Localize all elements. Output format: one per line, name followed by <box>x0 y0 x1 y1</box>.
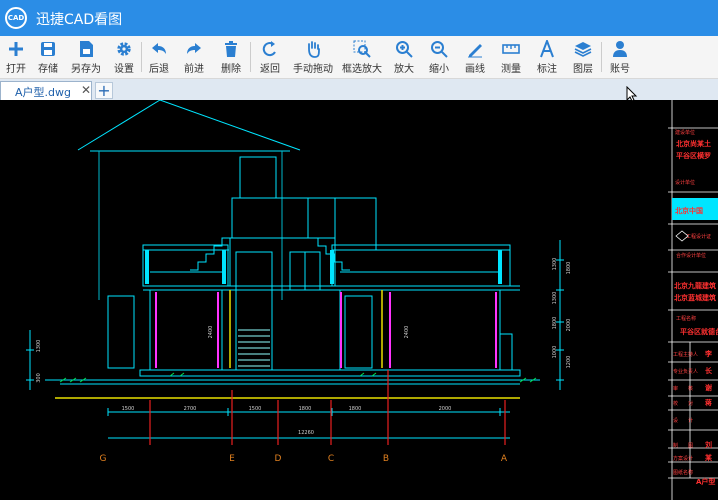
title-bar: CAD 迅捷CAD看图 <box>0 0 718 36</box>
user-icon <box>613 41 627 57</box>
plus-icon <box>9 42 23 56</box>
return-button[interactable]: 返回 <box>256 36 284 78</box>
title-block-text: 制 图 <box>673 442 693 449</box>
app-logo-icon: CAD <box>5 7 27 29</box>
dim-text: 12260 <box>298 430 314 436</box>
dim-text: 1800 <box>566 262 572 275</box>
dim-text: 1800 <box>299 406 312 412</box>
axis-label: D <box>275 454 282 464</box>
cad-canvas[interactable]: 1500 2700 1500 1800 1800 2000 12260 1300… <box>0 100 718 500</box>
save-as-button[interactable]: 另存为 <box>68 36 104 78</box>
zoom-out-icon <box>431 41 448 58</box>
dim-text: 1800 <box>349 406 362 412</box>
cad-drawing: 1500 2700 1500 1800 1800 2000 12260 1300… <box>26 100 718 500</box>
close-icon[interactable]: ✕ <box>81 83 91 97</box>
toolbar-separator <box>141 42 142 72</box>
title-block-text: 北京九龍建筑 <box>674 281 716 290</box>
title-block-text: 工程设计证 <box>686 233 711 240</box>
delete-button[interactable]: 删除 <box>217 36 245 78</box>
layers-icon <box>574 42 592 57</box>
title-block-text: 北京蓝城建筑 <box>674 293 716 302</box>
app-title: 迅捷CAD看图 <box>36 12 123 28</box>
title-block-text: 蒋 <box>705 398 712 407</box>
ruler-icon <box>502 44 520 54</box>
title-block-text: 合作设计单位 <box>676 252 706 259</box>
title-block-text: 刘 <box>705 440 712 449</box>
return-icon <box>262 41 276 57</box>
dim-text: 1500 <box>249 406 262 412</box>
pan-button[interactable]: 手动拖动 <box>291 36 335 78</box>
draw-line-button[interactable]: 画线 <box>461 36 489 78</box>
title-block-text: 图纸名称 <box>673 469 693 476</box>
title-block-text: A户型 <box>696 477 715 486</box>
redo-arrow-icon <box>187 43 201 54</box>
title-block-text: 长 <box>705 366 713 375</box>
title-block-text: 工程主持人 <box>673 351 698 358</box>
annotate-a-icon <box>540 40 554 58</box>
title-block-text: 校 对 <box>673 400 693 407</box>
dim-text: 2000 <box>566 319 572 332</box>
tab-label: A户型.dwg <box>15 86 71 99</box>
title-block-text: 设 计 <box>673 417 693 424</box>
dim-text: 2000 <box>439 406 452 412</box>
annotate-button[interactable]: 标注 <box>533 36 561 78</box>
box-zoom-button[interactable]: 框选放大 <box>340 36 384 78</box>
title-block-text: 谢 <box>705 383 712 392</box>
title-block-text: 方案设计 <box>673 455 693 462</box>
toolbar-separator <box>250 42 251 72</box>
title-block-text: 专业负责人 <box>673 368 698 375</box>
tab-bar: A户型.dwg ✕ + <box>0 79 718 100</box>
title-block-text: 平谷区横罗 <box>676 151 711 160</box>
gear-icon <box>117 42 131 56</box>
dim-text: 1800 <box>552 317 558 330</box>
zoom-out-button[interactable]: 缩小 <box>425 36 453 78</box>
axis-label: A <box>501 454 508 464</box>
dim-text: 1300 <box>36 340 42 353</box>
dim-text: 2400 <box>404 326 410 339</box>
dim-text: 1500 <box>122 406 135 412</box>
toolbar-separator <box>601 42 602 72</box>
zoom-in-button[interactable]: 放大 <box>390 36 418 78</box>
layers-button[interactable]: 图层 <box>569 36 597 78</box>
axis-label: C <box>328 454 334 464</box>
box-zoom-icon <box>353 40 371 58</box>
dim-text: 1300 <box>552 258 558 271</box>
zoom-in-icon <box>396 41 413 58</box>
settings-button[interactable]: 设置 <box>110 36 138 78</box>
hand-icon <box>308 41 320 58</box>
dim-text: 300 <box>36 373 42 383</box>
title-block-text: 设计单位 <box>675 179 695 186</box>
dim-text: 1000 <box>552 346 558 359</box>
dim-text: 2700 <box>184 406 197 412</box>
title-block-text: 审 核 <box>673 385 693 392</box>
save-as-icon <box>80 41 93 57</box>
save-icon <box>41 42 55 56</box>
measure-button[interactable]: 测量 <box>497 36 525 78</box>
title-block-text: 某 <box>704 453 713 462</box>
trash-icon <box>225 41 237 57</box>
forward-button[interactable]: 前进 <box>180 36 208 78</box>
account-button[interactable]: 账号 <box>606 36 634 78</box>
title-block-text: 工程名称 <box>676 315 696 322</box>
open-button[interactable]: 打开 <box>2 36 30 78</box>
title-block-text: 李 <box>704 349 713 358</box>
dim-text: 1300 <box>552 292 558 305</box>
pen-icon <box>468 44 482 58</box>
undo-arrow-icon <box>152 43 166 54</box>
dim-text: 1200 <box>566 356 572 369</box>
save-button[interactable]: 存储 <box>34 36 62 78</box>
back-button[interactable]: 后退 <box>145 36 173 78</box>
axis-label: B <box>383 454 389 464</box>
axis-label: E <box>229 454 235 464</box>
axis-label: G <box>100 454 107 464</box>
toolbar: 打开 存储 另存为 设置 后退 前进 删除 返回 手动拖动 框选放大 放大 缩小… <box>0 36 718 79</box>
title-block-text: 建设单位 <box>675 129 695 136</box>
title-block-text: 北京尚某土 <box>676 139 711 148</box>
dim-text: 2400 <box>208 326 214 339</box>
mouse-cursor-icon <box>626 86 638 102</box>
title-block-text: 平谷区就德台 <box>680 327 718 336</box>
title-block-text: 北京中国 <box>675 206 703 215</box>
add-tab-button[interactable]: + <box>95 82 113 99</box>
tab-a-dwg[interactable]: A户型.dwg ✕ <box>0 81 92 100</box>
